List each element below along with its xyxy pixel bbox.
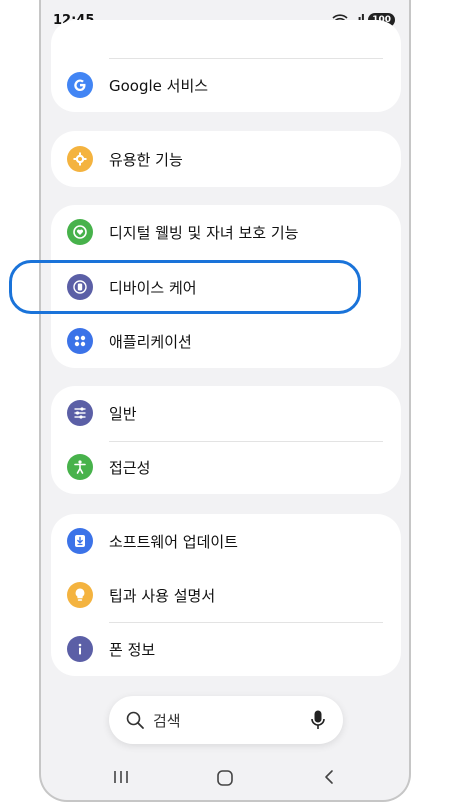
settings-item-accessibility[interactable]: 접근성	[51, 440, 401, 494]
download-icon	[67, 528, 93, 554]
search-icon	[126, 711, 144, 729]
heart-wellbeing-icon	[67, 219, 93, 245]
microphone-icon[interactable]	[311, 710, 325, 730]
search-bar[interactable]: 검색	[109, 696, 343, 744]
lightbulb-icon	[67, 582, 93, 608]
back-icon[interactable]	[323, 769, 335, 785]
settings-item-label: 접근성	[109, 458, 151, 477]
settings-item-digital-wellbeing[interactable]: 디지털 웰빙 및 자녀 보호 기능	[51, 205, 401, 259]
settings-item-label: Google 서비스	[109, 76, 209, 95]
search-placeholder: 검색	[153, 712, 181, 730]
highlight-frame	[9, 260, 361, 314]
sliders-icon	[67, 400, 93, 426]
settings-item-google[interactable]: Google 서비스	[51, 58, 401, 112]
home-icon[interactable]	[216, 769, 234, 787]
settings-item-label: 일반	[109, 404, 137, 423]
settings-item-label: 애플리케이션	[109, 332, 192, 351]
settings-item-useful-features[interactable]: 유용한 기능	[51, 132, 401, 186]
settings-item-label: 팁과 사용 설명서	[109, 586, 216, 605]
settings-item-applications[interactable]: 애플리케이션	[51, 314, 401, 368]
group-about: 소프트웨어 업데이트 팁과 사용 설명서 폰 정보	[51, 514, 401, 676]
settings-item-label: 소프트웨어 업데이트	[109, 532, 238, 551]
settings-item-label: 디지털 웰빙 및 자녀 보호 기능	[109, 223, 299, 242]
settings-item-software-update[interactable]: 소프트웨어 업데이트	[51, 514, 401, 568]
group-general: 일반 접근성	[51, 386, 401, 494]
info-icon	[67, 636, 93, 662]
phone-screen: 12:45 100	[39, 0, 411, 802]
gear-star-icon	[67, 146, 93, 172]
recents-icon[interactable]	[113, 769, 129, 785]
group-useful-features: 유용한 기능	[51, 131, 401, 187]
apps-grid-icon	[67, 328, 93, 354]
settings-item-general[interactable]: 일반	[51, 386, 401, 440]
settings-item-label: 유용한 기능	[109, 150, 183, 169]
settings-item-phone-info[interactable]: 폰 정보	[51, 622, 401, 676]
settings-item-tips[interactable]: 팁과 사용 설명서	[51, 568, 401, 622]
accessibility-icon	[67, 454, 93, 480]
settings-item-label: 폰 정보	[109, 640, 156, 659]
google-icon	[67, 72, 93, 98]
divider	[109, 58, 383, 59]
navigation-bar	[41, 755, 409, 799]
group-google: Google 서비스	[51, 20, 401, 112]
